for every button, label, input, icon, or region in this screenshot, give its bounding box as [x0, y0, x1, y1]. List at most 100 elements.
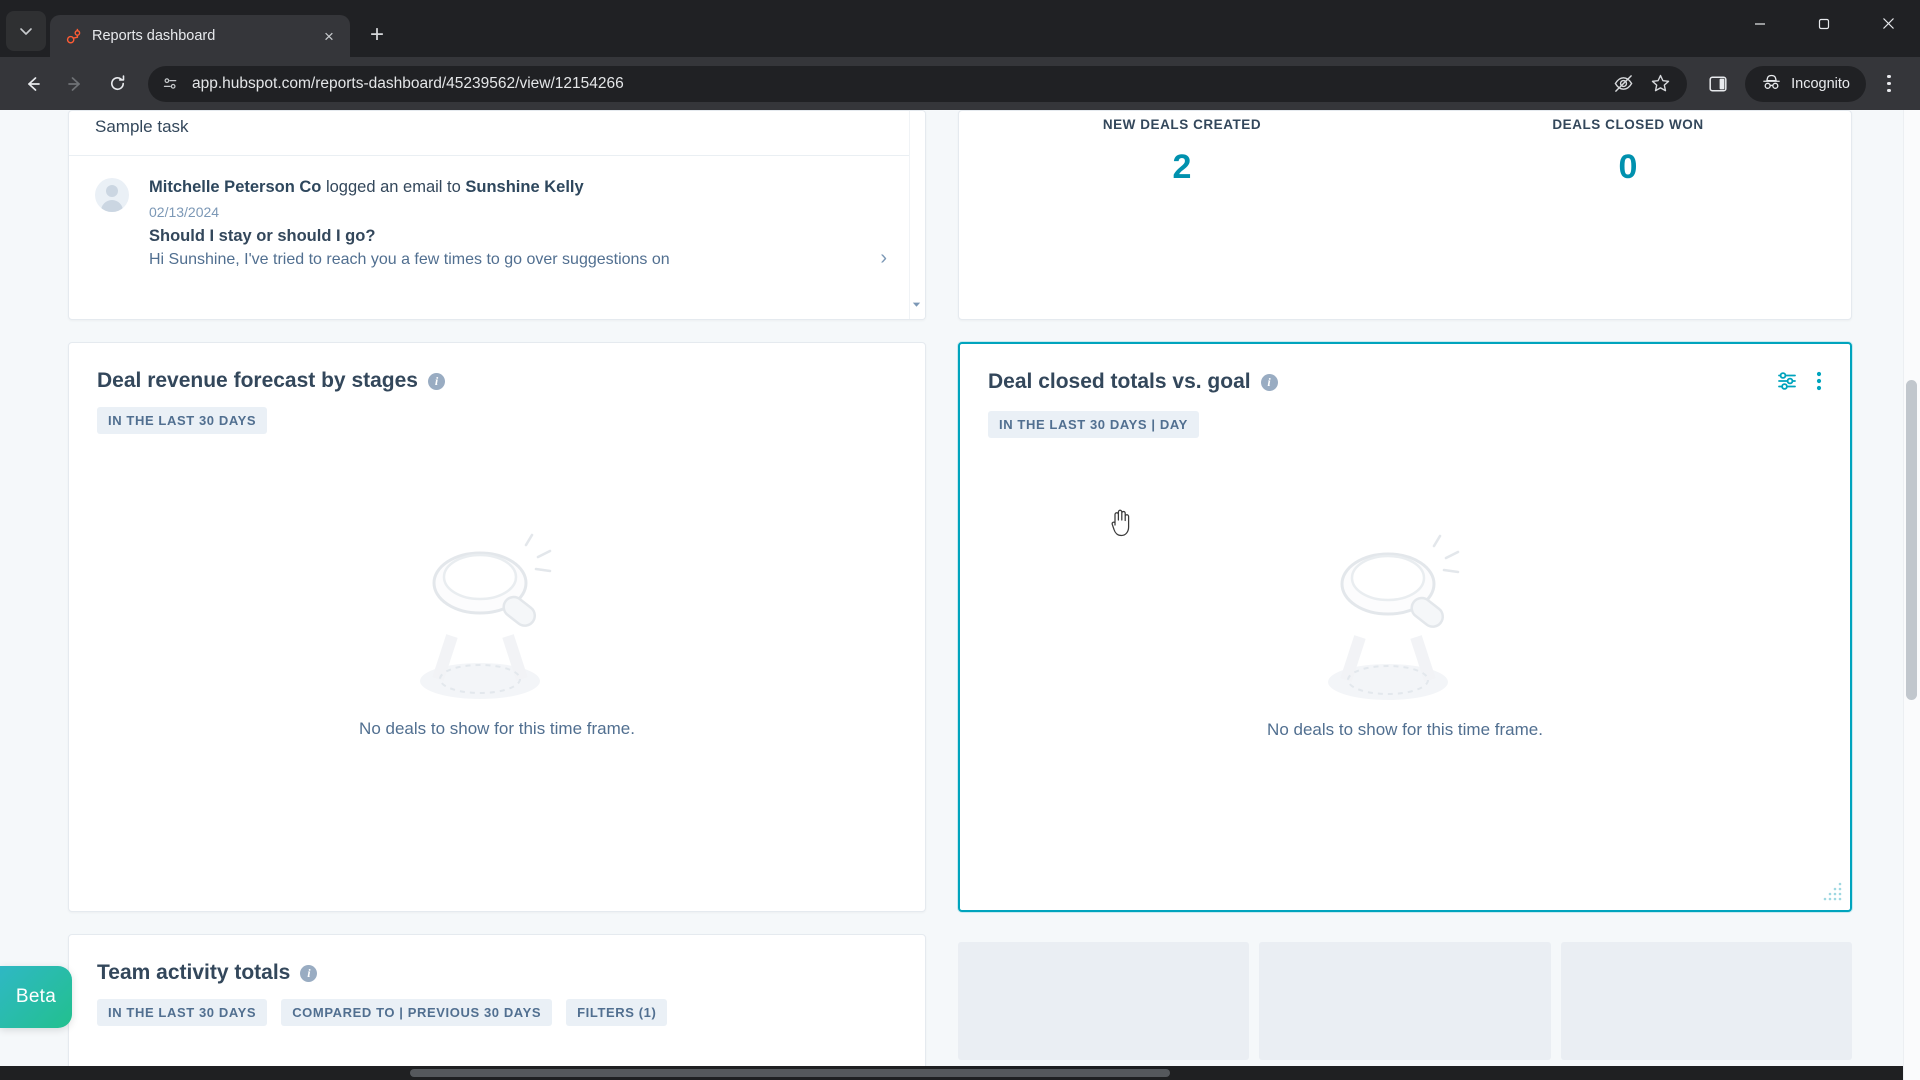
activity-feed-panel: Sample task Mitchelle Peterson Co logged…	[68, 110, 926, 320]
info-icon[interactable]: i	[428, 372, 445, 390]
maximize-button[interactable]	[1792, 0, 1856, 47]
beta-tab-button[interactable]: Beta	[0, 966, 72, 1028]
card-deal-revenue-forecast[interactable]: Deal revenue forecast by stages i IN THE…	[68, 342, 926, 912]
placeholder-card	[958, 942, 1250, 1060]
incognito-indicator[interactable]: Incognito	[1745, 65, 1866, 102]
info-icon[interactable]: i	[1260, 373, 1278, 391]
card-title-text: Deal closed totals vs. goal	[988, 370, 1251, 393]
stats-row: NEW DEALS CREATED 2 DEALS CLOSED WON 0	[959, 111, 1851, 319]
window-controls	[1728, 0, 1920, 47]
stat-deals-closed-won: DEALS CLOSED WON 0	[1405, 117, 1851, 319]
minimize-icon	[1755, 22, 1765, 25]
card-header: Deal closed totals vs. goal i	[988, 370, 1822, 397]
card-title: Team activity totals i	[97, 961, 897, 985]
report-cards-row: Deal revenue forecast by stages i IN THE…	[68, 342, 1852, 912]
placeholder-cards-row	[958, 934, 1852, 1074]
maximize-icon	[1818, 18, 1830, 29]
incognito-label: Incognito	[1791, 75, 1850, 92]
stat-label: DEALS CLOSED WON	[1552, 117, 1704, 132]
reload-button[interactable]	[98, 65, 136, 103]
placeholder-card	[1259, 942, 1551, 1060]
scrollbar-thumb[interactable]	[1906, 380, 1917, 700]
browser-tab[interactable]: Reports dashboard ×	[50, 15, 350, 57]
chip-filters[interactable]: FILTERS (1)	[566, 999, 668, 1026]
tab-strip: Reports dashboard × +	[0, 0, 1920, 57]
forward-button[interactable]	[56, 65, 94, 103]
magnifier-empty-illustration	[420, 533, 552, 699]
incognito-hat-icon	[1761, 73, 1782, 95]
close-window-button[interactable]	[1856, 0, 1920, 47]
activity-body: Mitchelle Peterson Co logged an email to…	[149, 176, 899, 269]
browser-menu-button[interactable]	[1872, 65, 1906, 103]
activity-headline: Mitchelle Peterson Co logged an email to…	[149, 176, 899, 200]
activity-expand-chevron-icon[interactable]: ›	[880, 247, 887, 270]
activity-scroll-area[interactable]: Sample task Mitchelle Peterson Co logged…	[69, 111, 925, 319]
tab-close-icon[interactable]: ×	[318, 25, 340, 47]
page-vertical-scrollbar[interactable]	[1903, 110, 1920, 1080]
avatar	[95, 178, 129, 212]
activity-content: Sample task Mitchelle Peterson Co logged…	[69, 111, 925, 269]
star-icon[interactable]	[1650, 73, 1671, 94]
page-info-icon[interactable]	[162, 75, 180, 92]
three-dot-menu-icon	[1887, 74, 1891, 79]
dashboard-top-row: Sample task Mitchelle Peterson Co logged…	[68, 110, 1852, 320]
browser-toolbar: app.hubspot.com/reports-dashboard/452395…	[0, 57, 1920, 110]
card-title: Deal closed totals vs. goal i	[988, 370, 1278, 394]
card-filter-chips: IN THE LAST 30 DAYS | DAY	[988, 411, 1822, 438]
browser-window: Reports dashboard × + app.hubspot.com/re…	[0, 0, 1920, 1080]
activity-snippet: Hi Sunshine, I've tried to reach you a f…	[149, 250, 670, 268]
minimize-button[interactable]	[1728, 0, 1792, 47]
activity-list-item[interactable]: Mitchelle Peterson Co logged an email to…	[95, 156, 899, 269]
arrow-right-icon	[68, 76, 80, 91]
chip-date-range[interactable]: IN THE LAST 30 DAYS	[97, 407, 268, 434]
activity-subject: Should I stay or should I go?	[149, 226, 376, 245]
card-empty-state: No deals to show for this time frame.	[69, 493, 925, 911]
stat-value: 0	[1618, 148, 1638, 186]
address-bar[interactable]: app.hubspot.com/reports-dashboard/452395…	[148, 65, 1688, 102]
back-button[interactable]	[14, 65, 52, 103]
info-icon[interactable]: i	[300, 964, 318, 982]
card-filter-chips: IN THE LAST 30 DAYS	[97, 407, 897, 434]
page-viewport: Sample task Mitchelle Peterson Co logged…	[0, 110, 1920, 1080]
card-actions	[1776, 370, 1822, 397]
new-tab-button[interactable]: +	[360, 18, 394, 52]
magnifier-empty-illustration	[1328, 534, 1460, 700]
dashboard-page: Sample task Mitchelle Peterson Co logged…	[0, 110, 1920, 1074]
chip-date-range-frequency[interactable]: IN THE LAST 30 DAYS | DAY	[988, 411, 1199, 438]
tab-search-button[interactable]	[6, 11, 46, 51]
card-team-activity-totals[interactable]: Team activity totals i IN THE LAST 30 DA…	[68, 934, 926, 1074]
hubspot-sprocket-icon	[64, 27, 82, 45]
eye-slash-icon[interactable]	[1613, 73, 1634, 94]
deal-stats-panel: NEW DEALS CREATED 2 DEALS CLOSED WON 0	[958, 110, 1852, 320]
card-title-text: Team activity totals	[97, 961, 291, 984]
omnibox-actions	[1613, 73, 1673, 94]
chip-comparison[interactable]: COMPARED TO | PREVIOUS 30 DAYS	[281, 999, 553, 1026]
url-text: app.hubspot.com/reports-dashboard/452395…	[192, 74, 624, 92]
chevron-down-icon	[20, 28, 32, 35]
placeholder-card	[1560, 942, 1852, 1060]
activity-actor: Mitchelle Peterson Co	[149, 178, 322, 196]
scroll-down-arrow-icon[interactable]	[910, 298, 923, 311]
side-panel-icon	[1709, 75, 1727, 92]
card-filter-chips: IN THE LAST 30 DAYS COMPARED TO | PREVIO…	[97, 999, 897, 1026]
tab-title: Reports dashboard	[92, 28, 216, 44]
card-header: Deal revenue forecast by stages i	[97, 369, 897, 393]
card-empty-state: No deals to show for this time frame.	[960, 494, 1850, 910]
chip-date-range[interactable]: IN THE LAST 30 DAYS	[97, 999, 268, 1026]
page-horizontal-scrollbar[interactable]	[0, 1066, 1903, 1080]
dashboard-bottom-row: Team activity totals i IN THE LAST 30 DA…	[68, 934, 1852, 1074]
vertical-dots-icon[interactable]	[1816, 370, 1822, 397]
activity-scrollbar[interactable]	[909, 111, 925, 319]
card-resize-handle[interactable]	[1818, 878, 1844, 904]
stat-new-deals-created: NEW DEALS CREATED 2	[959, 117, 1405, 319]
reload-icon	[110, 75, 124, 91]
close-icon	[1882, 18, 1894, 29]
card-title: Deal revenue forecast by stages i	[97, 369, 445, 393]
side-panel-button[interactable]	[1699, 65, 1737, 103]
activity-recipient: Sunshine Kelly	[465, 178, 584, 196]
scrollbar-thumb[interactable]	[410, 1069, 1170, 1077]
card-deal-closed-totals[interactable]: Deal closed totals vs. goal i IN THE LAS…	[958, 342, 1852, 912]
card-title-text: Deal revenue forecast by stages	[97, 369, 418, 392]
sliders-filter-icon[interactable]	[1776, 370, 1798, 397]
activity-verb: logged an email to	[321, 178, 466, 196]
